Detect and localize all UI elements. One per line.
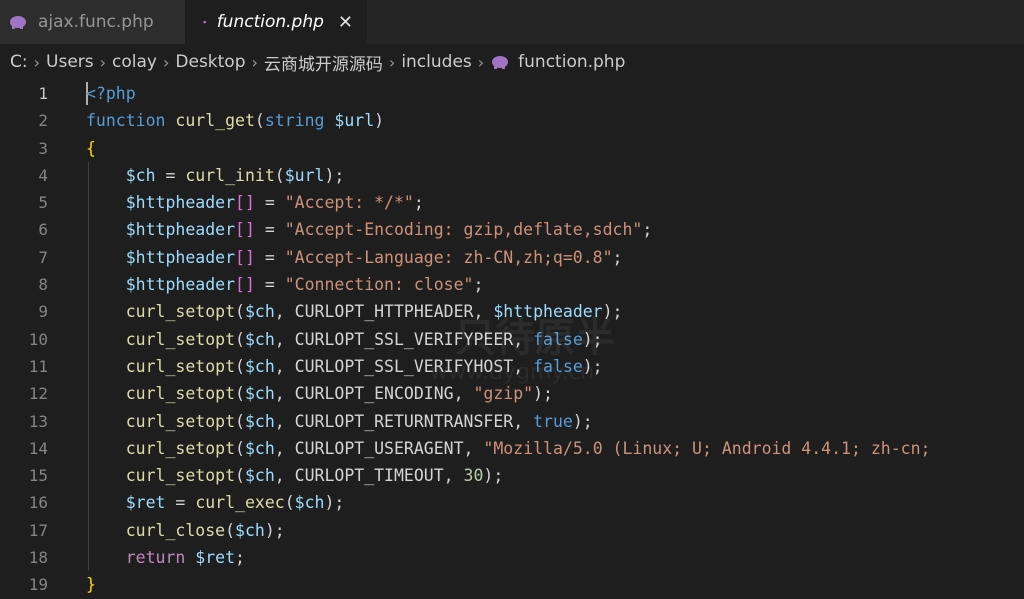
line-number: 10 [28, 329, 48, 349]
code-line[interactable]: curl_setopt($ch, CURLOPT_TIMEOUT, 30); [86, 462, 930, 489]
code-line[interactable]: $httpheader[] = "Accept-Encoding: gzip,d… [86, 216, 930, 243]
chevron-right-icon: › [162, 52, 170, 72]
code-line[interactable]: curl_setopt($ch, CURLOPT_HTTPHEADER, $ht… [86, 298, 930, 325]
tab-label: ajax.func.php [38, 12, 154, 32]
code-line[interactable]: $httpheader[] = "Accept-Language: zh-CN,… [86, 244, 930, 271]
php-elephant-icon [203, 20, 207, 24]
code-line[interactable]: curl_close($ch); [86, 517, 930, 544]
line-number: 12 [28, 384, 48, 404]
line-number: 11 [28, 356, 48, 376]
chevron-right-icon: › [388, 52, 396, 72]
breadcrumb-drive[interactable]: C: [10, 52, 28, 72]
line-number: 4 [38, 165, 48, 185]
line-number: 16 [28, 493, 48, 513]
php-elephant-icon [10, 16, 26, 29]
line-number: 14 [28, 438, 48, 458]
line-number: 9 [38, 302, 48, 322]
breadcrumb-users[interactable]: Users [46, 52, 94, 72]
breadcrumb-includes[interactable]: includes [401, 52, 471, 72]
code-line[interactable]: $httpheader[] = "Connection: close"; [86, 271, 930, 298]
code-line[interactable]: curl_setopt($ch, CURLOPT_ENCODING, "gzip… [86, 380, 930, 407]
code-editor[interactable]: 1 2 3 4 5 6 7 8 9 10 11 12 13 14 15 16 17 18 19 <?php funct… [0, 80, 1024, 599]
line-number: 1 [38, 84, 48, 103]
chevron-right-icon: › [251, 52, 258, 72]
code-line[interactable]: <?php [86, 80, 930, 107]
breadcrumb: C: › Users › colay › Desktop › 云商城开源源码 ›… [0, 44, 1024, 80]
tab-ajax-func-php[interactable]: ajax.func.php [0, 0, 185, 44]
code-line[interactable]: { [86, 135, 930, 162]
line-number-gutter: 1 2 3 4 5 6 7 8 9 10 11 12 13 14 15 16 17 18 19 [0, 80, 60, 599]
line-number: 5 [38, 193, 48, 213]
tab-function-php[interactable]: function.php ✕ [185, 0, 367, 44]
code-line[interactable]: $httpheader[] = "Accept: */*"; [86, 189, 930, 216]
code-line[interactable]: function curl_get(string $url) [86, 107, 930, 134]
code-line[interactable]: curl_setopt($ch, CURLOPT_RETURNTRANSFER,… [86, 408, 930, 435]
breadcrumb-project[interactable]: 云商城开源源码 [264, 50, 383, 75]
code-line[interactable]: $ch = curl_init($url); [86, 162, 930, 189]
chevron-right-icon: › [99, 52, 107, 72]
line-number: 19 [28, 575, 48, 595]
breadcrumb-colay[interactable]: colay [112, 52, 157, 72]
close-icon[interactable]: ✕ [338, 12, 353, 33]
code-line[interactable]: $ret = curl_exec($ch); [86, 489, 930, 516]
line-number: 3 [38, 138, 48, 158]
code-line[interactable]: } [86, 571, 930, 598]
code-line[interactable]: curl_setopt($ch, CURLOPT_SSL_VERIFYPEER,… [86, 326, 930, 353]
chevron-right-icon: › [33, 52, 41, 72]
php-elephant-icon [492, 56, 509, 69]
line-number: 13 [28, 411, 48, 431]
line-number: 17 [28, 520, 48, 540]
tab-label: function.php [216, 12, 324, 32]
chevron-right-icon: › [477, 52, 485, 72]
line-number: 18 [28, 548, 48, 568]
editor-window: ajax.func.php function.php ✕ C: › Users … [0, 0, 1024, 599]
code-line[interactable]: curl_setopt($ch, CURLOPT_SSL_VERIFYHOST,… [86, 353, 930, 380]
line-number: 15 [28, 466, 48, 486]
breadcrumb-file[interactable]: function.php [518, 52, 625, 72]
tab-bar: ajax.func.php function.php ✕ [0, 0, 1024, 44]
line-number: 8 [38, 275, 48, 295]
line-number: 7 [38, 247, 48, 267]
code-line[interactable]: return $ret; [86, 544, 930, 571]
line-number: 2 [38, 111, 48, 131]
line-number: 6 [38, 220, 48, 240]
breadcrumb-desktop[interactable]: Desktop [175, 52, 245, 72]
code-line[interactable]: curl_setopt($ch, CURLOPT_USERAGENT, "Moz… [86, 435, 931, 462]
code-area[interactable]: <?php function curl_get(string $url){ $ch… [86, 80, 930, 599]
